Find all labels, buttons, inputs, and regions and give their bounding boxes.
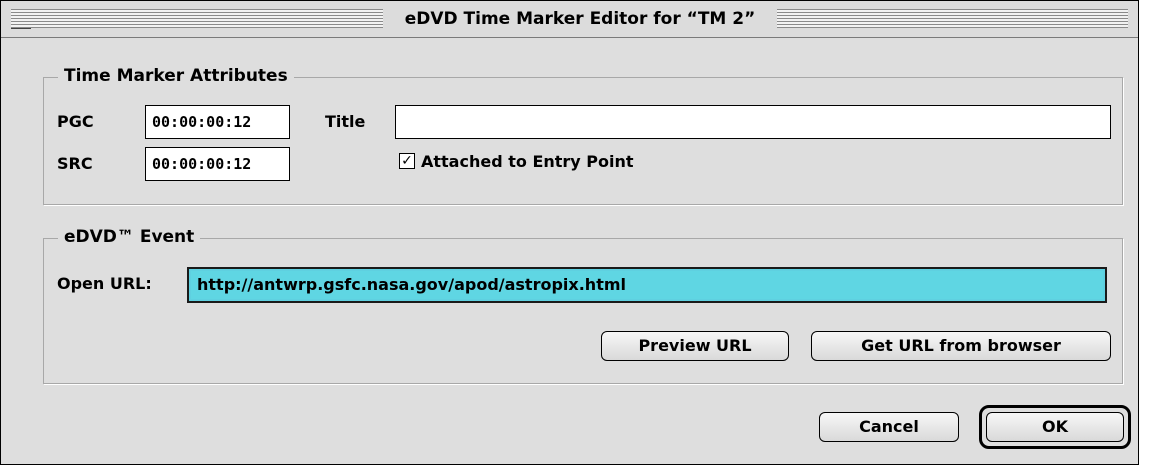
get-url-from-browser-button[interactable]: Get URL from browser <box>811 331 1111 361</box>
src-label: SRC <box>57 154 93 173</box>
preview-url-button[interactable]: Preview URL <box>601 331 789 361</box>
title-bar[interactable]: eDVD Time Marker Editor for “TM 2” <box>1 1 1138 38</box>
title-label: Title <box>325 112 366 131</box>
window-title: eDVD Time Marker Editor for “TM 2” <box>383 8 777 30</box>
pgc-label: PGC <box>57 112 94 131</box>
dialog-window: eDVD Time Marker Editor for “TM 2” Time … <box>0 0 1139 465</box>
src-field[interactable]: 00:00:00:12 <box>145 147 290 181</box>
time-marker-attributes-label: Time Marker Attributes <box>58 64 294 88</box>
time-marker-attributes-group: Time Marker Attributes <box>43 64 1123 205</box>
url-field[interactable]: http://antwrp.gsfc.nasa.gov/apod/astropi… <box>187 267 1107 303</box>
edvd-event-group: eDVD™ Event <box>43 225 1123 384</box>
title-bar-stripes-right <box>777 9 1128 28</box>
cancel-button[interactable]: Cancel <box>819 412 959 442</box>
title-field[interactable] <box>395 105 1111 139</box>
attached-label[interactable]: Attached to Entry Point <box>421 152 634 172</box>
ok-button[interactable]: OK <box>986 412 1124 442</box>
title-bar-stripes-left <box>11 9 383 28</box>
attached-checkbox[interactable]: ✓ <box>399 153 415 169</box>
pgc-field[interactable]: 00:00:00:12 <box>145 105 290 139</box>
checkmark-icon: ✓ <box>401 153 413 169</box>
open-url-label: Open URL: <box>57 274 152 293</box>
edvd-event-label: eDVD™ Event <box>58 225 201 249</box>
